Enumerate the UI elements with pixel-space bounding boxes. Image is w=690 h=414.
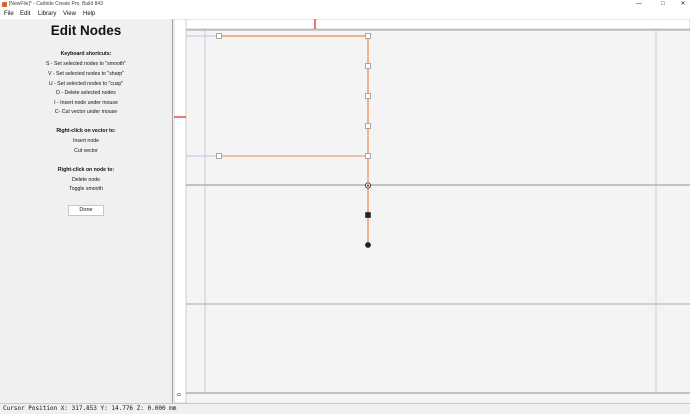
node[interactable] [365, 153, 371, 159]
node[interactable] [216, 33, 222, 39]
maximize-button[interactable]: □ [656, 0, 670, 9]
menu-edit[interactable]: Edit [20, 9, 30, 19]
vector-action-cut-vector: Cut vector [74, 148, 98, 154]
node-action-delete-node: Delete node [72, 177, 100, 183]
menu-bar: File Edit Library View Help [0, 9, 690, 19]
window-title: [NewFile]* - Carbide Create Pro, Build 8… [9, 1, 103, 7]
top-ruler [173, 18, 690, 30]
app-icon [2, 2, 7, 7]
node-endpoint[interactable] [365, 242, 371, 248]
menu-view[interactable]: View [63, 9, 76, 19]
ruler-origin-label: 0 [177, 393, 183, 396]
shortcut-cut: C- Cut vector under mouse [54, 109, 118, 115]
node-smooth-center [367, 184, 369, 187]
panel-title: Edit Nodes [50, 23, 122, 38]
left-ruler [173, 18, 187, 404]
shortcut-cusp: U - Set selected nodes to "cusp" [48, 81, 124, 87]
title-bar: [NewFile]* - Carbide Create Pro, Build 8… [0, 0, 690, 9]
shortcut-sharp: V - Set selected nodes to "sharp" [47, 71, 125, 77]
menu-help[interactable]: Help [83, 9, 95, 19]
node[interactable] [365, 93, 371, 99]
design-canvas[interactable]: 0 [173, 18, 690, 404]
status-bar: Cursor Position X: 317.853 Y: 14.776 Z: … [0, 403, 690, 414]
cursor-position-readout: Cursor Position X: 317.853 Y: 14.776 Z: … [3, 405, 177, 412]
node-actions-heading: Right-click on node to: [57, 167, 115, 173]
vector-action-insert-node: Insert node [73, 138, 99, 144]
shortcut-delete: D - Delete selected nodes [56, 90, 116, 96]
menu-file[interactable]: File [4, 9, 14, 19]
vector-actions-heading: Right-click on vector to: [56, 128, 116, 134]
node[interactable] [365, 63, 371, 69]
node[interactable] [365, 123, 371, 129]
node[interactable] [365, 33, 371, 39]
done-button[interactable]: Done [68, 205, 104, 216]
node-action-toggle-smooth: Toggle smooth [69, 186, 103, 192]
shortcut-insert: I - Insert node under mouse [54, 100, 118, 106]
menu-library[interactable]: Library [38, 9, 56, 19]
minimize-button[interactable]: — [632, 0, 646, 9]
close-button[interactable]: ✕ [676, 0, 690, 9]
edit-nodes-panel: Edit Nodes Keyboard shortcuts: S - Set s… [0, 19, 173, 403]
node[interactable] [216, 153, 222, 159]
shortcuts-heading: Keyboard shortcuts: [60, 51, 112, 57]
node-selected[interactable] [365, 212, 371, 218]
shortcut-smooth: S - Set selected nodes to "smooth" [45, 61, 127, 67]
